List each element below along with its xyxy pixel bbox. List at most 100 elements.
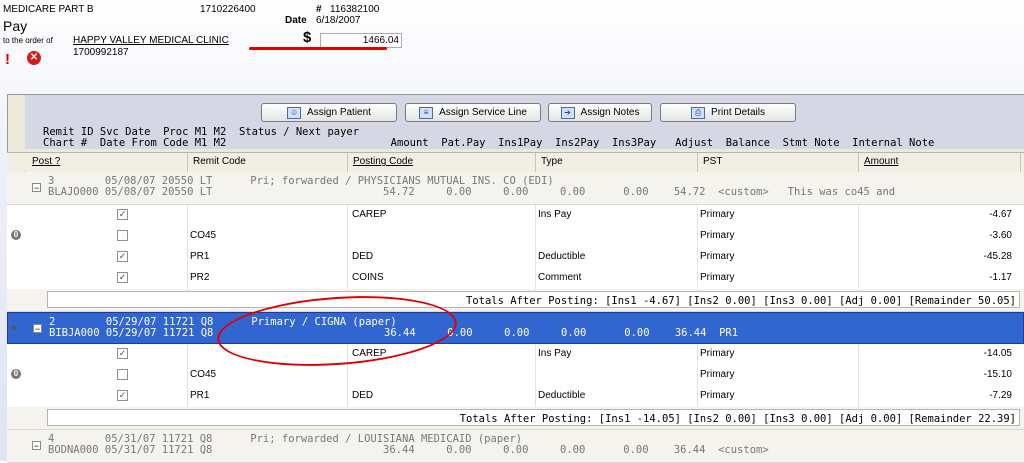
column-separator[interactable] — [187, 153, 188, 172]
cell-separator — [697, 365, 698, 386]
posting-code-cell[interactable]: DED — [352, 251, 373, 262]
cell-separator — [187, 226, 188, 247]
amount-cell: -7.29 — [989, 390, 1012, 401]
payer-id: 1710226400 — [200, 4, 256, 15]
totals-text: Totals After Posting: [Ins1 -4.67] [Ins2… — [466, 295, 1016, 307]
collapse-icon[interactable]: − — [32, 441, 41, 451]
type-cell: Deductible — [538, 251, 586, 262]
check-number-label: # — [316, 4, 322, 15]
posting-code-cell[interactable]: CAREP — [352, 348, 386, 359]
post-checkbox[interactable]: ✓ — [117, 272, 128, 283]
column-amount[interactable]: Amount — [864, 156, 898, 167]
collapse-icon[interactable]: − — [33, 324, 42, 334]
amount-cell: -3.60 — [989, 230, 1012, 241]
notes-arrow-icon: ➔ — [560, 106, 575, 119]
cell-separator — [535, 247, 536, 268]
posting-line-row[interactable]: 0 CO45 Primary -3.60 — [7, 226, 1024, 248]
post-checkbox[interactable]: ✓ — [117, 251, 128, 262]
cell-separator — [858, 247, 859, 268]
amount-cell: -14.05 — [983, 348, 1012, 359]
error-icon[interactable]: ✕ — [27, 51, 41, 65]
grid-header: Post ? Remit Code Posting Code Type PST … — [7, 152, 1024, 173]
assign-notes-button[interactable]: ➔ Assign Notes — [548, 103, 652, 122]
column-pst[interactable]: PST — [703, 156, 722, 167]
posting-code-cell[interactable]: CAREP — [352, 209, 386, 220]
column-posting-code[interactable]: Posting Code — [353, 156, 413, 167]
remit-code-cell: PR1 — [190, 390, 210, 401]
remit-group-row[interactable]: − 3 05/08/07 20550 LT Pri; forwarded / P… — [7, 172, 1024, 205]
cell-separator — [697, 205, 698, 226]
payer-name: MEDICARE PART B — [3, 4, 94, 15]
print-details-button[interactable]: ⎙ Print Details — [660, 103, 796, 122]
cell-separator — [347, 205, 348, 226]
totals-box: Totals After Posting: [Ins1 -4.67] [Ins2… — [47, 291, 1020, 308]
dollar-sign: $ — [303, 29, 312, 46]
cell-separator — [858, 386, 859, 407]
legend-line-2: Chart # Date From Code M1 M2 Amount Pat.… — [43, 137, 935, 149]
pst-cell: Primary — [700, 390, 735, 401]
post-checkbox[interactable]: ✓ — [117, 390, 128, 401]
cell-separator — [858, 344, 859, 365]
cell-separator — [697, 386, 698, 407]
assign-service-line-label: Assign Service Line — [439, 107, 527, 118]
cell-separator — [535, 344, 536, 365]
posting-line-row[interactable]: ✓ PR1 DED Deductible Primary -7.29 — [7, 386, 1024, 408]
column-separator[interactable] — [1020, 153, 1021, 172]
cell-separator — [697, 247, 698, 268]
order-label: to the order of — [3, 36, 53, 45]
info-indicator-icon: 0 — [11, 230, 21, 240]
assign-service-line-button[interactable]: ≡ Assign Service Line — [405, 103, 541, 122]
check-date-label: Date — [285, 15, 307, 26]
cell-separator — [858, 268, 859, 289]
totals-row: Totals After Posting: [Ins1 -14.05] [Ins… — [7, 407, 1024, 430]
payee-name-link[interactable]: HAPPY VALLEY MEDICAL CLINIC — [73, 35, 229, 46]
column-post[interactable]: Post ? — [32, 156, 60, 167]
cell-separator — [858, 365, 859, 386]
cell-separator — [535, 268, 536, 289]
posting-code-cell[interactable]: DED — [352, 390, 373, 401]
cell-separator — [187, 344, 188, 365]
post-checkbox[interactable] — [117, 230, 128, 241]
posting-line-row[interactable]: ✓ CAREP Ins Pay Primary -4.67 — [7, 205, 1024, 227]
post-checkbox[interactable]: ✓ — [117, 348, 128, 359]
column-legend: Remit ID Svc Date Proc M1 M2 Status / Ne… — [25, 125, 1024, 149]
column-type[interactable]: Type — [541, 156, 563, 167]
remit-group-row-selected[interactable]: − 2 05/29/07 11721 Q8 Primary / CIGNA (p… — [7, 312, 1024, 344]
list-icon: ≡ — [419, 106, 434, 119]
post-checkbox[interactable]: ✓ — [117, 209, 128, 220]
post-checkbox[interactable] — [117, 369, 128, 380]
column-remit-code[interactable]: Remit Code — [193, 156, 246, 167]
check-amount-field[interactable]: 1466.04 — [320, 33, 402, 48]
type-cell: Ins Pay — [538, 209, 572, 220]
cell-separator — [697, 344, 698, 365]
group-summary-line-2: BODNA000 05/31/07 11721 Q8 36.44 0.00 0.… — [48, 444, 769, 456]
totals-box: Totals After Posting: [Ins1 -14.05] [Ins… — [47, 409, 1020, 426]
remit-code-cell: CO45 — [190, 369, 217, 380]
cell-separator — [535, 365, 536, 386]
column-separator[interactable] — [858, 153, 859, 172]
remit-group-row[interactable]: − 4 05/31/07 11721 Q8 Pri; forwarded / L… — [7, 430, 1024, 463]
cell-separator — [535, 226, 536, 247]
pay-label: Pay — [3, 18, 28, 34]
cell-separator — [858, 226, 859, 247]
column-separator[interactable] — [535, 153, 536, 172]
print-details-label: Print Details — [711, 107, 765, 118]
column-separator[interactable] — [697, 153, 698, 172]
posting-line-row[interactable]: 0 CO45 Primary -15.10 — [7, 365, 1024, 387]
type-cell: Deductible — [538, 390, 586, 401]
column-separator[interactable] — [347, 153, 348, 172]
amount-cell: -45.28 — [983, 251, 1012, 262]
assign-patient-button[interactable]: ☺ Assign Patient — [261, 103, 397, 122]
cell-separator — [347, 386, 348, 407]
posting-code-cell[interactable]: COINS — [352, 272, 384, 283]
remit-code-cell: CO45 — [190, 230, 217, 241]
cell-separator — [347, 247, 348, 268]
cell-separator — [697, 268, 698, 289]
collapse-icon[interactable]: − — [32, 183, 41, 193]
remit-code-cell: PR2 — [190, 272, 210, 283]
posting-line-row[interactable]: ✓ PR2 COINS Comment Primary -1.17 — [7, 268, 1024, 290]
amount-cell: -15.10 — [983, 369, 1012, 380]
posting-line-row[interactable]: ✓ CAREP Ins Pay Primary -14.05 — [7, 344, 1024, 366]
payee-id: 1700992187 — [73, 47, 129, 58]
posting-line-row[interactable]: ✓ PR1 DED Deductible Primary -45.28 — [7, 247, 1024, 269]
